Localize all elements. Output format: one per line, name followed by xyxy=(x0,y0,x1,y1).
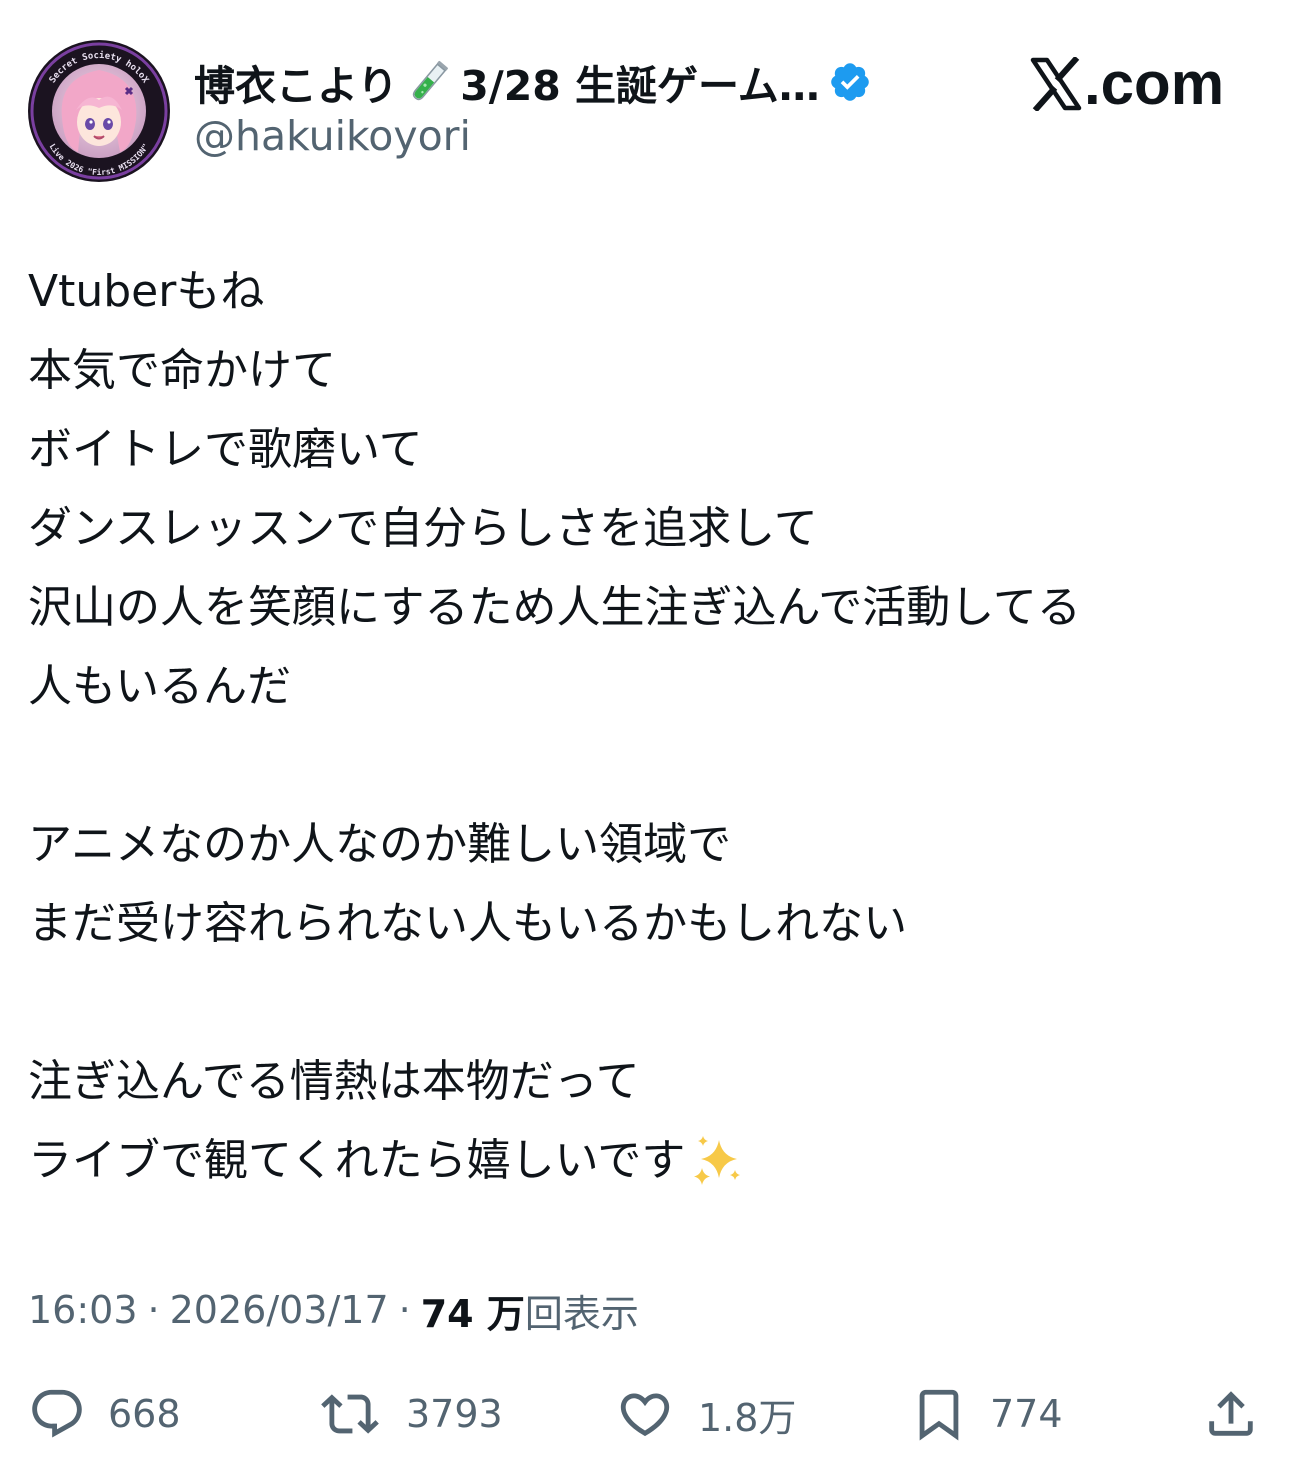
reply-count: 668 xyxy=(108,1392,181,1436)
bookmark-count: 774 xyxy=(990,1392,1063,1436)
meta-separator: · xyxy=(398,1288,411,1332)
like-button[interactable]: 1.8万 xyxy=(614,1382,796,1446)
tweet-line-last: ライブで観てくれたら嬉しいです xyxy=(28,1121,1268,1200)
sparkles-icon xyxy=(689,1132,747,1190)
test-tube-icon xyxy=(406,57,452,107)
views-label: 回表示 xyxy=(524,1291,639,1336)
verified-badge-icon xyxy=(828,60,872,104)
retweet-count: 3793 xyxy=(406,1392,503,1436)
tweet-text: Vtuberもね 本気で命かけて ボイトレで歌磨いて ダンスレッスンで自分らしさ… xyxy=(28,252,1268,1200)
tweet-line: まだ受け容れられない人もいるかもしれない xyxy=(28,898,908,949)
reply-button[interactable]: 668 xyxy=(28,1382,181,1446)
reply-icon xyxy=(28,1385,86,1443)
bookmark-icon xyxy=(910,1385,968,1443)
tweet-date[interactable]: 2026/03/17 xyxy=(170,1288,389,1332)
like-count: 1.8万 xyxy=(698,1395,797,1440)
tweet-time[interactable]: 16:03 xyxy=(28,1288,138,1332)
tweet-line: 本気で命かけて xyxy=(28,345,336,396)
tweet-line: 注ぎ込んでる情熱は本物だって xyxy=(28,1056,640,1107)
action-bar: 668 3793 1.8万 774 xyxy=(0,1382,1290,1446)
views-count: 74 万 xyxy=(420,1291,525,1336)
tweet-line: 人もいるんだ xyxy=(28,661,292,712)
author-name-row[interactable]: 博衣こより 3/28 生誕ゲーム… xyxy=(194,50,872,114)
author-handle[interactable]: @hakuikoyori xyxy=(194,112,471,160)
tweet-meta: 16:03 · 2026/03/17 · 74 万 回表示 xyxy=(28,1280,639,1340)
tweet-line: 沢山の人を笑顔にするため人生注ぎ込んで活動してる xyxy=(28,582,1081,633)
share-icon xyxy=(1202,1385,1260,1443)
retweet-icon xyxy=(316,1385,384,1443)
heart-icon xyxy=(614,1385,676,1443)
tweet-line-text: ライブで観てくれたら嬉しいです xyxy=(28,1135,686,1186)
tweet-line: Vtuberもね xyxy=(28,266,265,317)
tweet-line: アニメなのか人なのか難しい領域で xyxy=(28,819,732,870)
retweet-button[interactable]: 3793 xyxy=(316,1382,503,1446)
avatar[interactable]: Secret Society holoX Live 2026 "First MI… xyxy=(28,40,170,182)
site-domain: .com xyxy=(1084,50,1225,117)
meta-separator: · xyxy=(147,1288,160,1332)
author-display-name[interactable]: 博衣こより xyxy=(194,52,398,112)
share-button[interactable] xyxy=(1202,1382,1260,1446)
bookmark-button[interactable]: 774 xyxy=(910,1382,1063,1446)
x-logo-icon xyxy=(1030,57,1082,111)
author-name-suffix[interactable]: 3/28 生誕ゲーム… xyxy=(460,52,820,112)
tweet-line: ボイトレで歌磨いて xyxy=(28,424,423,475)
tweet-line: ダンスレッスンで自分らしさを追求して xyxy=(28,503,818,554)
site-logo: .com xyxy=(1030,44,1224,124)
